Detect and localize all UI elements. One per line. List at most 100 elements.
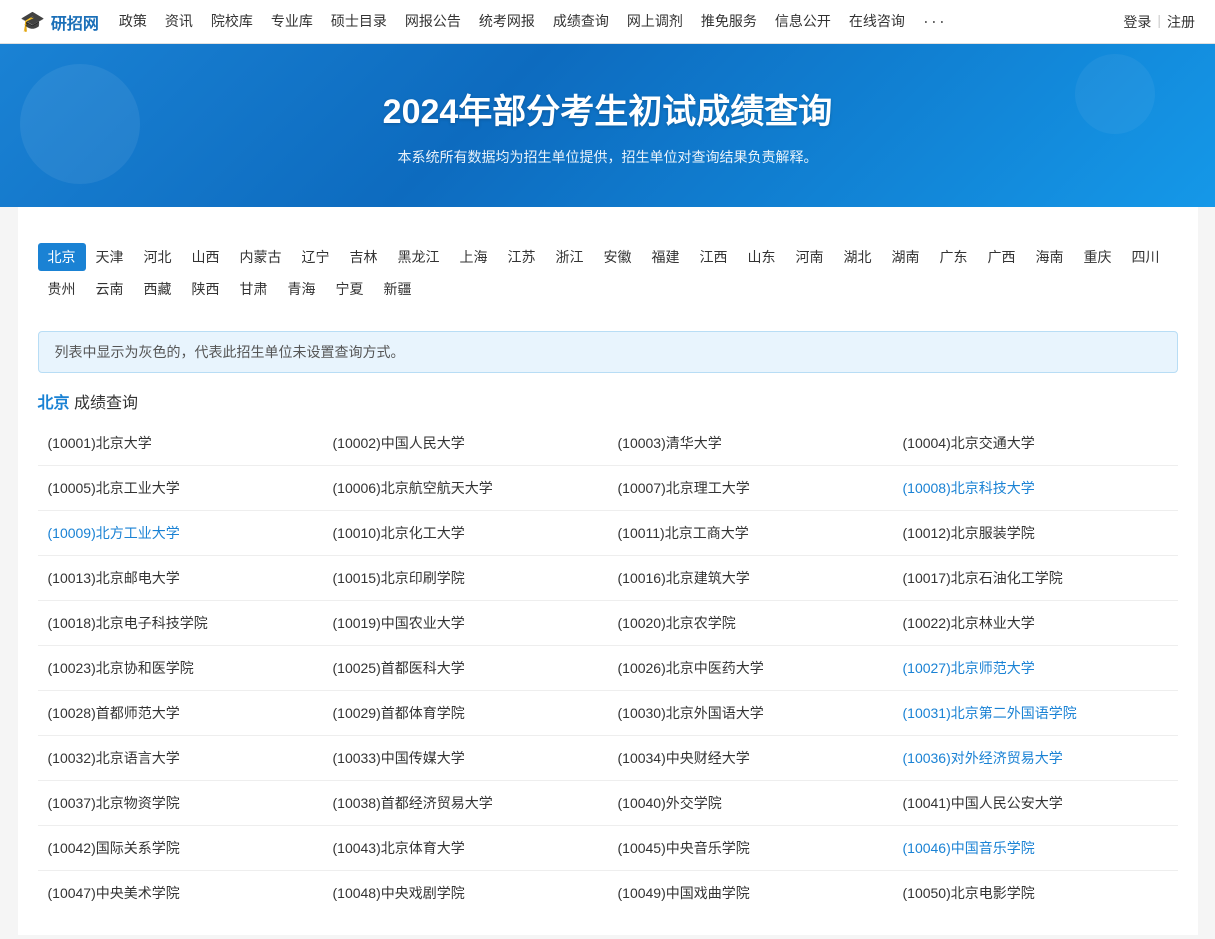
nav-link-网上调剂[interactable]: 网上调剂 (627, 11, 683, 32)
university-cell: (10048)中央戏剧学院 (323, 871, 608, 916)
nav-link-院校库[interactable]: 院校库 (211, 11, 253, 32)
notice-box: 列表中显示为灰色的，代表此招生单位未设置查询方式。 (38, 331, 1178, 373)
university-cell: (10022)北京林业大学 (893, 601, 1178, 646)
auth-separator: | (1157, 12, 1161, 32)
table-row: (10023)北京协和医学院(10025)首都医科大学(10026)北京中医药大… (38, 646, 1178, 691)
university-cell: (10002)中国人民大学 (323, 421, 608, 466)
province-btn-青海[interactable]: 青海 (278, 275, 326, 303)
main-content: 北京天津河北山西内蒙古辽宁吉林黑龙江上海江苏浙江安徽福建江西山东河南湖北湖南广东… (18, 207, 1198, 935)
university-cell: (10001)北京大学 (38, 421, 323, 466)
table-row: (10028)首都师范大学(10029)首都体育学院(10030)北京外国语大学… (38, 691, 1178, 736)
province-btn-上海[interactable]: 上海 (450, 243, 498, 271)
university-cell: (10037)北京物资学院 (38, 781, 323, 826)
nav-link-推免服务[interactable]: 推免服务 (701, 11, 757, 32)
nav-auth: 登录 | 注册 (1123, 12, 1195, 32)
university-cell: (10007)北京理工大学 (608, 466, 893, 511)
province-btn-北京[interactable]: 北京 (38, 243, 86, 271)
login-link[interactable]: 登录 (1123, 12, 1151, 32)
province-btn-广西[interactable]: 广西 (978, 243, 1026, 271)
province-btn-贵州[interactable]: 贵州 (38, 275, 86, 303)
nav-link-专业库[interactable]: 专业库 (271, 11, 313, 32)
nav-logo: 🎓 研招网 (20, 9, 99, 34)
nav-link-网报公告[interactable]: 网报公告 (405, 11, 461, 32)
university-cell: (10033)中国传媒大学 (323, 736, 608, 781)
university-cell: (10010)北京化工大学 (323, 511, 608, 556)
province-btn-广东[interactable]: 广东 (930, 243, 978, 271)
nav-link-资讯[interactable]: 资讯 (165, 11, 193, 32)
table-row: (10001)北京大学(10002)中国人民大学(10003)清华大学(1000… (38, 421, 1178, 466)
university-cell: (10003)清华大学 (608, 421, 893, 466)
province-btn-西藏[interactable]: 西藏 (134, 275, 182, 303)
province-btn-重庆[interactable]: 重庆 (1074, 243, 1122, 271)
province-btn-山东[interactable]: 山东 (738, 243, 786, 271)
university-cell: (10005)北京工业大学 (38, 466, 323, 511)
province-btn-内蒙古[interactable]: 内蒙古 (230, 243, 292, 271)
nav-link-政策[interactable]: 政策 (119, 11, 147, 32)
province-btn-陕西[interactable]: 陕西 (182, 275, 230, 303)
table-row: (10042)国际关系学院(10043)北京体育大学(10045)中央音乐学院(… (38, 826, 1178, 871)
section-label: 成绩查询 (70, 395, 138, 412)
table-row: (10037)北京物资学院(10038)首都经济贸易大学(10040)外交学院(… (38, 781, 1178, 826)
university-link[interactable]: (10031)北京第二外国语学院 (903, 705, 1077, 721)
province-btn-江苏[interactable]: 江苏 (498, 243, 546, 271)
province-btn-宁夏[interactable]: 宁夏 (326, 275, 374, 303)
table-row: (10018)北京电子科技学院(10019)中国农业大学(10020)北京农学院… (38, 601, 1178, 646)
university-link[interactable]: (10008)北京科技大学 (903, 480, 1035, 496)
nav-link-在线咨询[interactable]: 在线咨询 (849, 11, 905, 32)
province-row: 贵州云南西藏陕西甘肃青海宁夏新疆 (38, 275, 1178, 303)
university-link[interactable]: (10027)北京师范大学 (903, 660, 1035, 676)
university-cell: (10020)北京农学院 (608, 601, 893, 646)
province-btn-河北[interactable]: 河北 (134, 243, 182, 271)
province-btn-四川[interactable]: 四川 (1122, 243, 1170, 271)
nav-link-信息公开[interactable]: 信息公开 (775, 11, 831, 32)
province-btn-安徽[interactable]: 安徽 (594, 243, 642, 271)
province-btn-天津[interactable]: 天津 (86, 243, 134, 271)
province-btn-吉林[interactable]: 吉林 (340, 243, 388, 271)
province-btn-山西[interactable]: 山西 (182, 243, 230, 271)
province-btn-河南[interactable]: 河南 (786, 243, 834, 271)
university-cell: (10017)北京石油化工学院 (893, 556, 1178, 601)
university-grid: (10001)北京大学(10002)中国人民大学(10003)清华大学(1000… (38, 421, 1178, 915)
university-cell: (10026)北京中医药大学 (608, 646, 893, 691)
province-btn-辽宁[interactable]: 辽宁 (292, 243, 340, 271)
register-link[interactable]: 注册 (1167, 12, 1195, 32)
university-cell: (10041)中国人民公安大学 (893, 781, 1178, 826)
province-btn-福建[interactable]: 福建 (642, 243, 690, 271)
nav-links: 政策资讯院校库专业库硕士目录网报公告统考网报成绩查询网上调剂推免服务信息公开在线… (119, 11, 1123, 32)
university-cell: (10028)首都师范大学 (38, 691, 323, 736)
university-cell: (10049)中国戏曲学院 (608, 871, 893, 916)
university-link[interactable]: (10046)中国音乐学院 (903, 840, 1035, 856)
university-cell: (10040)外交学院 (608, 781, 893, 826)
university-cell: (10006)北京航空航天大学 (323, 466, 608, 511)
section-title: 北京 成绩查询 (38, 389, 1178, 413)
province-btn-江西[interactable]: 江西 (690, 243, 738, 271)
province-btn-湖南[interactable]: 湖南 (882, 243, 930, 271)
university-cell: (10032)北京语言大学 (38, 736, 323, 781)
university-cell: (10042)国际关系学院 (38, 826, 323, 871)
university-cell: (10047)中央美术学院 (38, 871, 323, 916)
province-btn-甘肃[interactable]: 甘肃 (230, 275, 278, 303)
province-row: 北京天津河北山西内蒙古辽宁吉林黑龙江上海江苏浙江安徽福建江西山东河南湖北湖南广东… (38, 243, 1178, 271)
university-cell: (10029)首都体育学院 (323, 691, 608, 736)
nav-link-硕士目录[interactable]: 硕士目录 (331, 11, 387, 32)
nav-link-成绩查询[interactable]: 成绩查询 (553, 11, 609, 32)
university-link[interactable]: (10036)对外经济贸易大学 (903, 750, 1063, 766)
province-btn-新疆[interactable]: 新疆 (374, 275, 422, 303)
university-cell: (10030)北京外国语大学 (608, 691, 893, 736)
nav-link-统考网报[interactable]: 统考网报 (479, 11, 535, 32)
university-cell: (10025)首都医科大学 (323, 646, 608, 691)
province-btn-湖北[interactable]: 湖北 (834, 243, 882, 271)
university-link[interactable]: (10009)北方工业大学 (48, 525, 180, 541)
university-cell: (10004)北京交通大学 (893, 421, 1178, 466)
province-btn-海南[interactable]: 海南 (1026, 243, 1074, 271)
province-btn-浙江[interactable]: 浙江 (546, 243, 594, 271)
hero-banner: 2024年部分考生初试成绩查询 本系统所有数据均为招生单位提供，招生单位对查询结… (0, 44, 1215, 207)
hero-subtitle: 本系统所有数据均为招生单位提供，招生单位对查询结果负责解释。 (398, 147, 818, 167)
table-row: (10032)北京语言大学(10033)中国传媒大学(10034)中央财经大学(… (38, 736, 1178, 781)
university-cell: (10019)中国农业大学 (323, 601, 608, 646)
province-btn-黑龙江[interactable]: 黑龙江 (388, 243, 450, 271)
table-row: (10013)北京邮电大学(10015)北京印刷学院(10016)北京建筑大学(… (38, 556, 1178, 601)
nav-bar: 🎓 研招网 政策资讯院校库专业库硕士目录网报公告统考网报成绩查询网上调剂推免服务… (0, 0, 1215, 44)
province-tabs: 北京天津河北山西内蒙古辽宁吉林黑龙江上海江苏浙江安徽福建江西山东河南湖北湖南广东… (38, 227, 1178, 315)
province-btn-云南[interactable]: 云南 (86, 275, 134, 303)
